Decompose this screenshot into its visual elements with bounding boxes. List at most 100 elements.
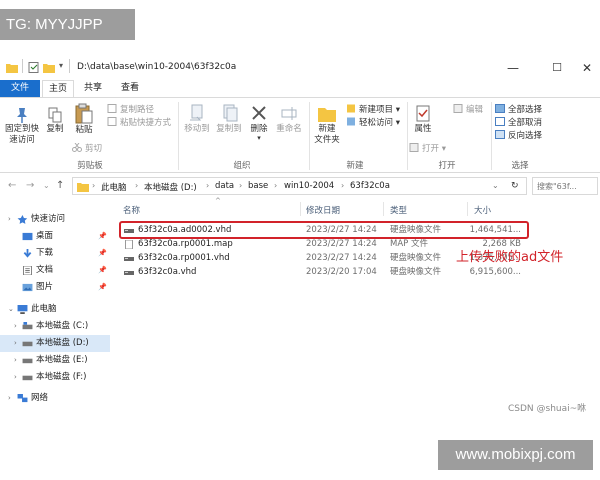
search-input[interactable]: 搜索"63f... [532,177,598,195]
nav-item-drive-f[interactable]: › 本地磁盘 (F:) [0,369,110,386]
nav-item-drive-c[interactable]: › 本地磁盘 (C:) [0,318,110,335]
breadcrumb-win10-2004[interactable]: win10-2004 [284,181,334,191]
invert-selection-label: 反向选择 [508,131,543,141]
nav-label: 快速访问 [31,214,66,224]
pin-label: 固定到快 速访问 [4,124,39,145]
delete-dropdown-icon[interactable]: ▾ [246,135,272,142]
copy-button[interactable]: 复制 [42,106,68,135]
address-row: ← → ⌄ ↑ › 此电脑 › 本地磁盘 (D:) › data › base … [0,177,600,197]
cut-button[interactable]: 剪切 [72,143,102,155]
pin-icon[interactable]: 📌 [98,228,107,245]
chevron-right-icon[interactable]: › [8,211,11,228]
new-item-button[interactable]: 新建项目 ▾ [346,104,400,116]
nav-item-documents[interactable]: 文档 📌 [0,262,110,279]
nav-item-this-pc[interactable]: ⌄ 此电脑 [0,301,110,318]
back-arrow-icon[interactable]: ← [8,180,16,191]
customize-quick-access-icon[interactable]: ▾ [59,61,63,70]
open-icon [409,143,419,152]
close-button[interactable]: ✕ [577,59,597,77]
column-header-size[interactable]: 大小 [474,204,491,216]
breadcrumb-63f32c0a[interactable]: 63f32c0a [350,181,390,191]
forward-arrow-icon[interactable]: → [26,180,34,191]
select-all-button[interactable]: 全部选择 [495,104,542,116]
address-bar[interactable]: › 此电脑 › 本地磁盘 (D:) › data › base › win10-… [72,177,527,195]
column-header-date[interactable]: 修改日期 [306,204,340,216]
column-header-type[interactable]: 类型 [390,204,407,216]
chevron-right-icon[interactable]: › [14,335,17,352]
star-icon [17,215,28,224]
pin-icon[interactable]: 📌 [98,245,107,262]
invert-selection-icon [495,130,505,139]
refresh-icon[interactable]: ↻ [511,181,519,191]
copy-label: 复制 [46,124,64,134]
tab-home[interactable]: 主页 [42,80,74,97]
nav-item-quick-access[interactable]: › 快速访问 [0,211,110,228]
copy-path-button[interactable]: 复制路径 [107,104,154,116]
generic-file-icon [125,240,133,249]
paste-button[interactable]: 粘贴 [70,103,98,136]
group-label-organize: 组织 [233,161,251,171]
nav-item-drive-d[interactable]: › 本地磁盘 (D:) [0,335,110,352]
breadcrumb-base[interactable]: base [248,181,268,191]
easy-access-button[interactable]: 轻松访问 ▾ [346,117,400,129]
document-icon [23,266,32,275]
recent-locations-icon[interactable]: ⌄ [43,181,50,190]
select-none-button[interactable]: 全部取消 [495,117,542,129]
move-to-button[interactable]: 移动到 [181,104,213,135]
up-arrow-icon[interactable]: ↑ [56,180,64,191]
breadcrumb-this-pc[interactable]: 此电脑 [101,181,127,193]
group-label-clipboard: 剪贴板 [77,161,103,171]
nav-item-desktop[interactable]: 桌面 📌 [0,228,110,245]
properties-button[interactable]: 属性 [409,104,437,135]
maximize-button[interactable]: ☐ [547,59,567,77]
tab-share[interactable]: 共享 [80,80,106,97]
paste-shortcut-button[interactable]: 粘贴快捷方式 [107,117,171,129]
new-folder-button[interactable]: 新建 文件夹 [311,104,343,146]
minimize-button[interactable]: — [503,59,523,77]
nav-item-downloads[interactable]: 下载 📌 [0,245,110,262]
column-header-name[interactable]: 名称 [123,204,140,216]
pin-icon[interactable]: 📌 [98,279,107,296]
move-to-label: 移动到 [184,124,210,134]
select-all-label: 全部选择 [508,105,543,115]
nav-label: 本地磁盘 (C:) [36,321,89,331]
delete-button[interactable]: 删除 ▾ [246,104,272,142]
table-row[interactable]: 63f32c0a.vhd 2023/2/20 17:04 硬盘映像文件 6,91… [115,265,525,280]
nav-label: 网络 [31,393,49,403]
new-folder-label: 新建 文件夹 [314,124,340,145]
chevron-right-icon[interactable]: › [8,390,11,407]
select-all-icon [495,104,505,113]
nav-item-network[interactable]: › 网络 [0,390,110,407]
folder-icon [6,64,18,73]
pin-icon[interactable]: 📌 [98,262,107,279]
nav-item-drive-e[interactable]: › 本地磁盘 (E:) [0,352,110,369]
chevron-down-icon[interactable]: ⌄ [8,301,14,318]
breadcrumb-separator[interactable]: › [92,181,95,190]
scissors-icon [72,143,82,152]
folder-icon [77,183,89,192]
open-button[interactable]: 打开 ▾ [409,143,446,155]
chevron-right-icon[interactable]: › [14,352,17,369]
edit-button[interactable]: 编辑 [453,104,483,116]
tab-view[interactable]: 查看 [117,80,143,97]
invert-selection-button[interactable]: 反向选择 [495,130,542,142]
copy-path-icon [107,104,117,113]
copy-to-button[interactable]: 复制到 [213,104,245,135]
window-title: D:\data\base\win10-2004\63f32c0a [77,62,237,72]
pin-to-quick-access-button[interactable]: 固定到快 速访问 [2,106,42,146]
address-dropdown-icon[interactable]: ⌄ [492,181,499,190]
breadcrumb-data[interactable]: data [215,181,234,191]
chevron-right-icon[interactable]: › [14,318,17,335]
paste-shortcut-label: 粘贴快捷方式 [120,118,172,128]
properties-quick-icon[interactable] [28,62,40,73]
chevron-right-icon[interactable]: › [14,369,17,386]
credit-text: CSDN @shuai~咻 [508,404,587,414]
easy-access-icon [347,117,355,126]
breadcrumb-drive-d[interactable]: 本地磁盘 (D:) [144,181,197,193]
delete-label: 删除 [250,124,268,134]
nav-item-pictures[interactable]: 图片 📌 [0,279,110,296]
new-folder-quick-icon[interactable] [43,62,55,73]
tab-file[interactable]: 文件 [0,80,40,97]
rename-button[interactable]: 重命名 [274,104,304,135]
copy-to-label: 复制到 [216,124,242,134]
